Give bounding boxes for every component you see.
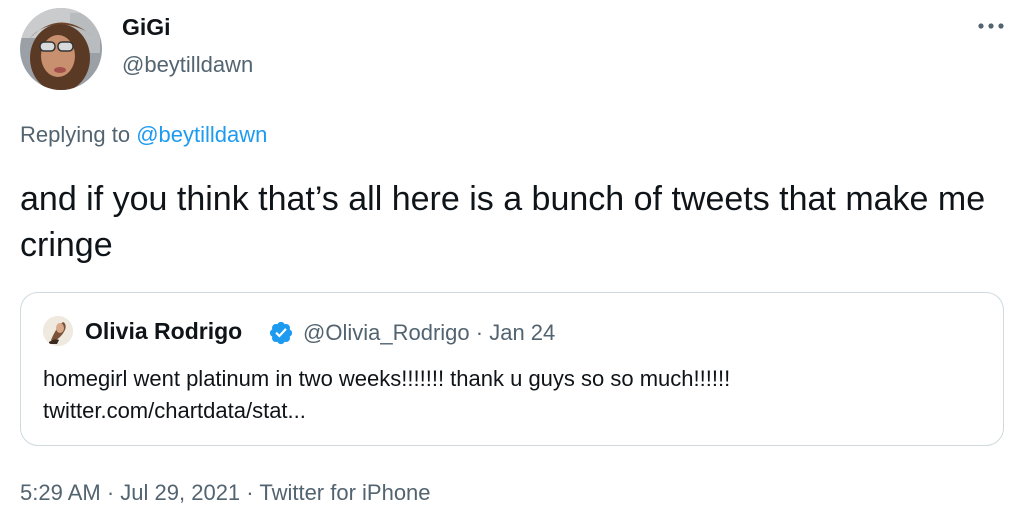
quoted-tweet[interactable]: Olivia Rodrigo @Olivia_Rodrigo · Jan 24 … — [20, 292, 1004, 446]
tweet: GiGi @beytilldawn Replying to @beytillda… — [0, 0, 1024, 519]
meta-separator: · — [475, 320, 484, 345]
quoted-author-handle: @Olivia_Rodrigo — [303, 320, 470, 345]
replying-to-label: Replying to — [20, 122, 131, 147]
replying-to: Replying to @beytilldawn — [20, 122, 267, 148]
quoted-meta: @Olivia_Rodrigo · Jan 24 — [303, 320, 555, 346]
tweet-text: and if you think that’s all here is a bu… — [20, 180, 986, 264]
more-options-icon[interactable] — [975, 16, 1007, 36]
tweet-source[interactable]: Twitter for iPhone — [259, 480, 430, 505]
quoted-tweet-link[interactable]: twitter.com/chartdata/stat... — [43, 395, 983, 427]
author-display-name[interactable]: GiGi — [122, 14, 171, 41]
tweet-date[interactable]: Jul 29, 2021 — [120, 480, 240, 505]
profile-photo-icon — [43, 316, 73, 346]
profile-photo-icon — [20, 8, 102, 90]
tweet-footer: 5:29 AM · Jul 29, 2021 · Twitter for iPh… — [20, 480, 431, 506]
quoted-author-name: Olivia Rodrigo — [85, 318, 243, 344]
footer-separator: · — [246, 480, 254, 505]
author-handle[interactable]: @beytilldawn — [122, 52, 253, 78]
author-avatar[interactable] — [20, 8, 102, 90]
quoted-tweet-body: homegirl went platinum in two weeks!!!!!… — [43, 363, 983, 427]
verified-badge-icon — [268, 320, 294, 346]
quoted-tweet-text: homegirl went platinum in two weeks!!!!!… — [43, 366, 731, 391]
footer-separator: · — [106, 480, 115, 505]
tweet-time[interactable]: 5:29 AM — [20, 480, 101, 505]
quoted-author-avatar — [43, 316, 73, 346]
quoted-date: Jan 24 — [489, 320, 556, 345]
replying-to-mention[interactable]: @beytilldawn — [136, 122, 267, 147]
